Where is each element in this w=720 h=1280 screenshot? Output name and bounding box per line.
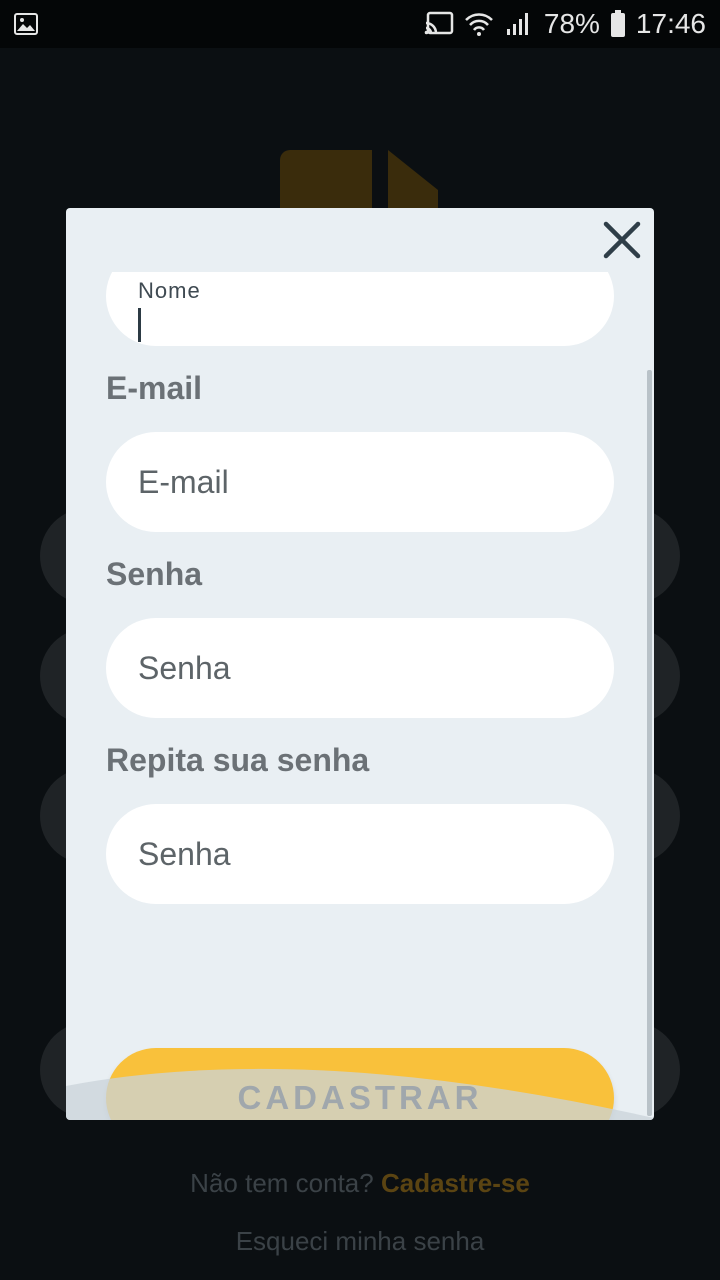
signup-modal: Nome E-mail Senha Repita sua senha CADAS… — [66, 208, 654, 1120]
password-label: Senha — [106, 556, 203, 592]
battery-percent: 78% — [543, 8, 600, 39]
confirm-password-label: Repita sua senha — [106, 742, 370, 778]
name-field-label: Nome — [138, 278, 201, 303]
cast-icon — [424, 11, 454, 35]
status-bar: 78% 17:46 — [0, 0, 720, 48]
register-button-label: CADASTRAR — [237, 1079, 483, 1116]
password-field-container — [106, 618, 614, 718]
clock: 17:46 — [635, 8, 706, 39]
scrollbar[interactable] — [647, 370, 652, 1116]
signup-prompt: Não tem conta? Cadastre-se — [0, 1168, 720, 1199]
app-logo — [280, 150, 438, 210]
form-scroll-area[interactable]: Nome E-mail Senha Repita sua senha CADAS… — [66, 272, 654, 1120]
name-field[interactable]: Nome — [106, 272, 614, 346]
wifi-icon — [464, 13, 493, 36]
gallery-notification-icon — [14, 13, 38, 35]
confirm-password-field-container — [106, 804, 614, 904]
email-field[interactable] — [138, 432, 578, 532]
signal-icon — [506, 13, 528, 35]
text-caret — [138, 308, 141, 342]
confirm-password-field[interactable] — [138, 804, 578, 904]
signup-prompt-text: Não tem conta? — [190, 1168, 374, 1198]
email-label: E-mail — [106, 370, 203, 406]
battery-icon — [610, 10, 625, 37]
password-field[interactable] — [138, 618, 578, 718]
register-button[interactable]: CADASTRAR — [106, 1048, 614, 1120]
forgot-password-link[interactable]: Esqueci minha senha — [0, 1226, 720, 1257]
email-field-container — [106, 432, 614, 532]
close-icon[interactable] — [600, 218, 644, 262]
signup-link[interactable]: Cadastre-se — [381, 1168, 530, 1198]
